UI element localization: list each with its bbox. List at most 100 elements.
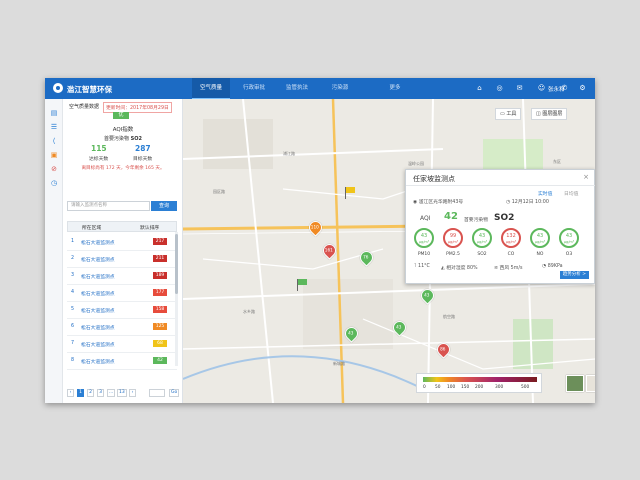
satellite-map-thumb[interactable] <box>566 375 584 392</box>
primary-pollutant: 首要污染物 SO2 <box>63 135 183 142</box>
pollutant-gauge: 132 μg/m³ <box>501 228 521 248</box>
street-map-thumb[interactable] <box>586 375 595 392</box>
legend-tick: 50 <box>435 385 441 390</box>
page-button[interactable]: ... <box>107 389 116 397</box>
tab-pollution-source[interactable]: 污染源 <box>321 78 359 99</box>
primary-pollutant-label: 首要污染物 <box>104 136 130 142</box>
message-icon[interactable]: ✉ <box>515 84 524 93</box>
col-area[interactable]: 所在区域 <box>82 224 101 231</box>
primary-pollutant-value: SO2 <box>130 136 142 142</box>
flag-icon[interactable] <box>297 279 307 291</box>
go-button[interactable]: Go <box>169 389 180 397</box>
user-avatar-icon[interactable]: ☺ <box>537 84 546 93</box>
gauge-label: PM2.5 <box>446 252 460 257</box>
aqi-value-badge: 68 <box>153 339 167 347</box>
station-name[interactable]: 松石大道监测点 <box>81 324 115 331</box>
tab-air-quality[interactable]: 空气质量 <box>192 78 230 99</box>
gauge-value: 43 <box>536 233 544 239</box>
popup-aqi-label: AQI <box>420 215 431 222</box>
page-button[interactable]: 13 <box>117 389 127 397</box>
flag-icon[interactable] <box>345 187 355 199</box>
aqi-legend: 0 50 100 150 200 300 500 <box>416 373 542 393</box>
tab-more[interactable]: 更多 <box>380 78 410 99</box>
station-name[interactable]: 松石大道监测点 <box>81 273 115 280</box>
row-number: 7 <box>71 341 75 346</box>
tools-button-label: 工具 <box>506 111 517 117</box>
clock-icon[interactable]: ◷ <box>50 179 58 187</box>
popup-title: 任家坡监测点 <box>413 175 455 183</box>
station-name[interactable]: 松石大道监测点 <box>81 256 115 263</box>
gauge-value: 132 <box>506 233 516 239</box>
legend-tick: 150 <box>461 385 470 390</box>
tab-enforcement[interactable]: 监管执法 <box>278 78 316 99</box>
pagination: ‹ 1 2 3... 13 › Go <box>67 389 180 399</box>
trend-analysis-button[interactable]: 趋势分析 > <box>559 271 589 279</box>
station-name[interactable]: 松石大道监测点 <box>81 341 115 348</box>
aqi-value-badge: 211 <box>153 254 167 262</box>
pressure-value: 89KPa <box>547 264 563 269</box>
page-button[interactable]: 2 <box>87 389 94 397</box>
marker-value: 43 <box>424 292 430 298</box>
table-header: 所在区域 默认排序 <box>67 221 177 232</box>
marker-value: 86 <box>440 346 446 352</box>
layers-button[interactable]: ◫ 图层图层 <box>531 108 568 120</box>
station-popup: 任家坡监测点 × 实时值 日均值 ◉ 滥江区光华路附43号 ◷ 12月12日 1… <box>405 169 595 284</box>
map-label: 水乡路 <box>243 309 255 314</box>
tab-admin-approval[interactable]: 行政审批 <box>235 78 273 99</box>
page-button[interactable]: ‹ <box>67 389 74 397</box>
legend-tick: 100 <box>447 385 456 390</box>
phone-icon[interactable]: ✆ <box>560 84 569 93</box>
row-number: 8 <box>71 358 75 363</box>
search-input[interactable]: 请输入监测点名称 <box>67 201 150 211</box>
col-sort[interactable]: 默认排序 <box>140 224 159 231</box>
close-icon[interactable]: × <box>583 173 589 181</box>
gauge-value: 99 <box>449 233 457 239</box>
pollutant-gauge: 43 μg/m³ <box>530 228 550 248</box>
humidity-value: 相对湿度 80% <box>446 266 478 271</box>
gauge-label: O3 <box>565 252 573 257</box>
page-button[interactable]: 1 <box>77 389 84 397</box>
settings-icon[interactable]: ⚙ <box>578 84 587 93</box>
gauge-label: CO <box>507 252 515 257</box>
air-quality-panel: 空气质量数据 更新时间：2017年08月29日 优 AQI指数 首要污染物 SO… <box>63 99 183 403</box>
popup-divider <box>406 185 595 186</box>
reach-days-label: 达标天数 <box>89 157 109 162</box>
station-name[interactable]: 松石大道监测点 <box>81 307 115 314</box>
list-icon[interactable]: ☰ <box>50 123 58 131</box>
layers-button-label: 图层图层 <box>542 111 563 117</box>
tab-daily[interactable]: 日均值 <box>564 190 578 197</box>
app-title: 滥江智慧环保 <box>67 85 112 94</box>
map-view[interactable]: 温岭公园 园区路 浦江路 东区 水乡路 航空路 新城路 ▭ 工具 ◫ 图层图层 … <box>183 99 595 403</box>
temperature: ⊺ 11°C <box>414 264 430 269</box>
page-button[interactable]: 3 <box>97 389 104 397</box>
popup-aqi-value: 42 <box>444 211 458 222</box>
report-icon[interactable]: ▣ <box>50 151 58 159</box>
share-icon[interactable]: ⟨ <box>50 137 58 145</box>
row-number: 5 <box>71 307 75 312</box>
tools-button[interactable]: ▭ 工具 <box>495 108 522 120</box>
aqi-value-badge: 177 <box>153 288 167 296</box>
page-input[interactable] <box>149 389 165 397</box>
gauge-unit: μg/m³ <box>534 240 546 244</box>
table-row[interactable]: 8 松石大道监测点 42 <box>67 351 177 370</box>
map-label: 浦江路 <box>283 151 295 156</box>
station-name[interactable]: 松石大道监测点 <box>81 239 115 246</box>
search-button[interactable]: 查询 <box>151 201 177 211</box>
aqi-value-badge: 217 <box>153 237 167 245</box>
popup-primary-value: SO2 <box>494 213 515 223</box>
gauge-unit: μg/m³ <box>447 240 459 244</box>
station-name[interactable]: 松石大道监测点 <box>81 290 115 297</box>
legend-tick: 0 <box>423 385 426 390</box>
map-label: 新城路 <box>333 361 345 366</box>
table-scrollbar[interactable] <box>175 232 178 366</box>
station-name[interactable]: 松石大道监测点 <box>81 358 115 365</box>
tab-realtime[interactable]: 实时值 <box>538 190 552 197</box>
alert-icon[interactable]: ⊘ <box>50 165 58 173</box>
document-icon[interactable]: ▤ <box>50 109 58 117</box>
marker-value: 43 <box>396 324 402 330</box>
home-icon[interactable]: ⌂ <box>475 84 484 93</box>
page-button[interactable]: › <box>129 389 136 397</box>
notification-icon[interactable]: ◎ <box>495 84 504 93</box>
popup-primary-label: 首要污染物 <box>464 218 488 223</box>
update-time: 更新时间：2017年08月29日 <box>103 101 172 113</box>
